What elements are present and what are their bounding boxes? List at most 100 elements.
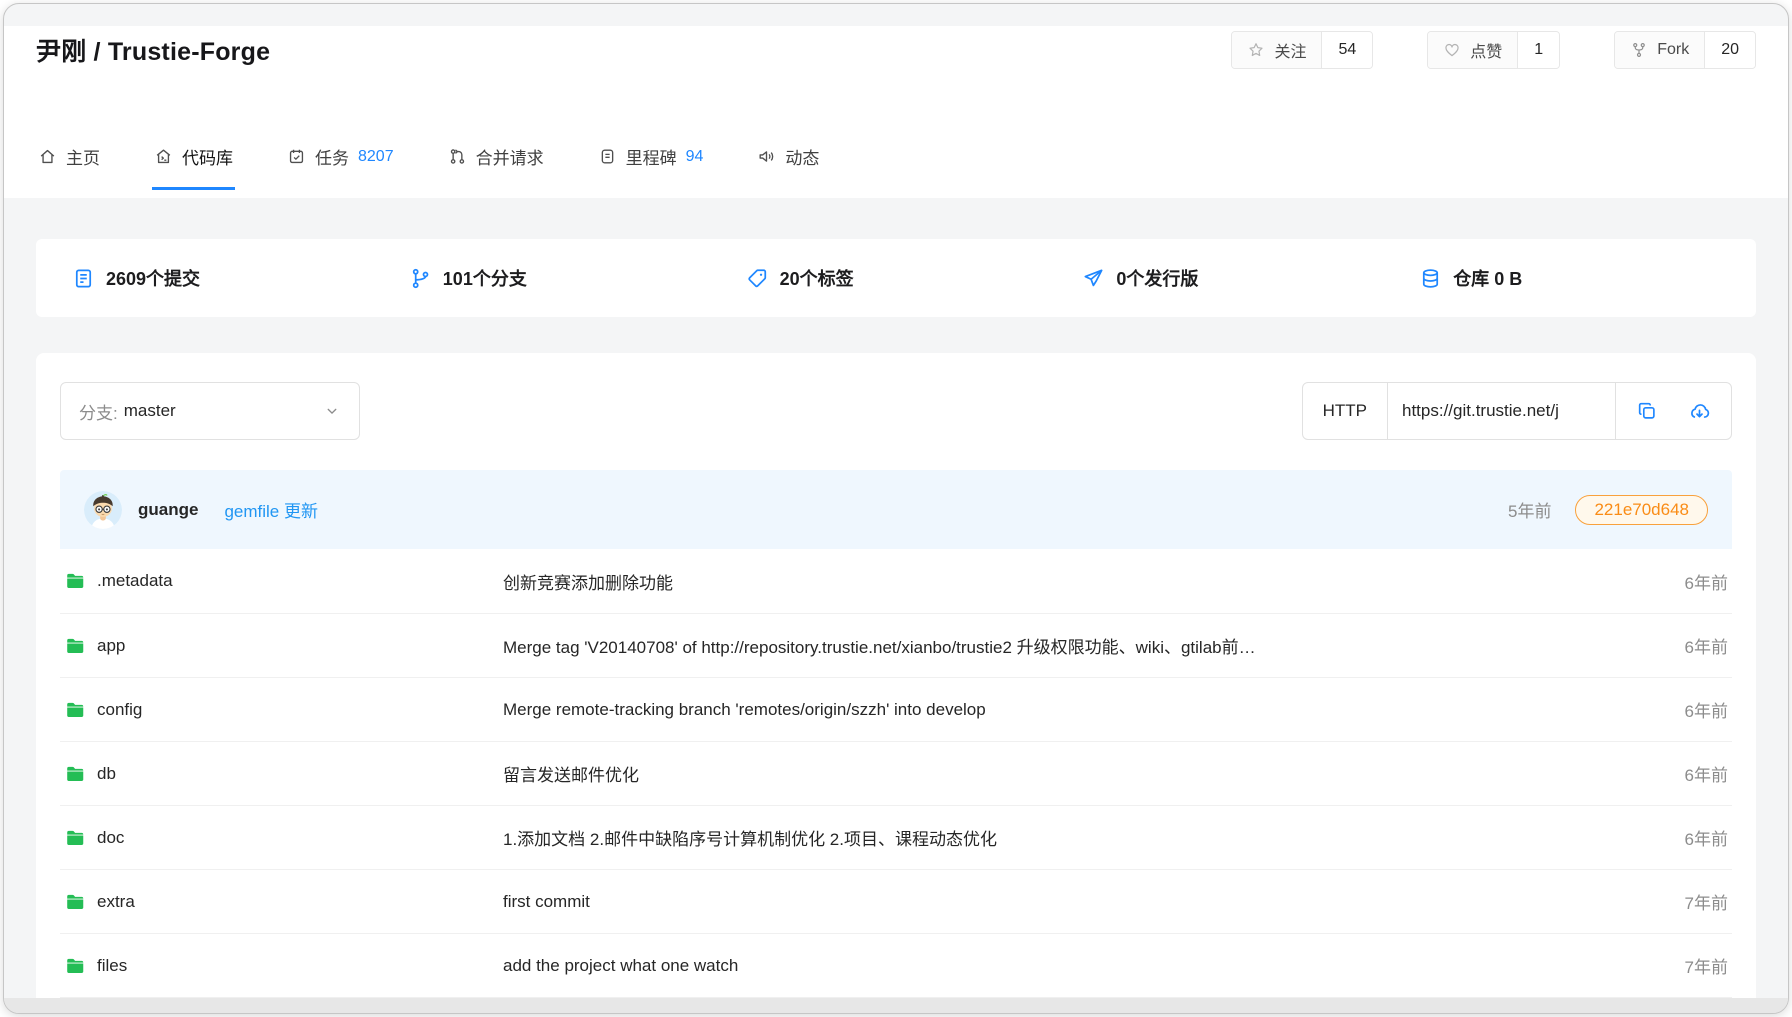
branch-selector[interactable]: 分支: master: [60, 382, 360, 440]
folder-icon: [64, 827, 86, 849]
file-name[interactable]: files: [97, 956, 127, 976]
fork-button[interactable]: Fork 20: [1614, 31, 1756, 69]
commit-message[interactable]: first commit: [503, 892, 590, 911]
folder-icon: [64, 699, 86, 721]
stat-label: 2609个提交: [106, 265, 200, 291]
tab-count: 8207: [358, 148, 394, 166]
commit-message[interactable]: 留言发送邮件优化: [503, 766, 639, 785]
table-row[interactable]: extra first commit 7年前: [60, 869, 1732, 933]
page-title: 尹刚 / Trustie-Forge: [36, 32, 270, 68]
commit-time: 6年前: [1598, 569, 1728, 594]
commit-time: 6年前: [1598, 825, 1728, 850]
commit-hash-badge[interactable]: 221e70d648: [1575, 495, 1708, 525]
stat-repo-size[interactable]: 仓库 0 B: [1419, 265, 1756, 291]
repo-browser-card: 分支: master HTTP https://git.trustie.net/…: [36, 353, 1756, 1014]
tab-label: 任务: [315, 144, 349, 169]
fork-icon: [1630, 41, 1648, 59]
commit-message[interactable]: 1.添加文档 2.邮件中缺陷序号计算机制优化 2.项目、课程动态优化: [503, 830, 997, 849]
tab-pull-requests[interactable]: 合并请求: [446, 144, 546, 190]
like-label: 点赞: [1470, 38, 1502, 62]
clone-url-group: HTTP https://git.trustie.net/j: [1302, 382, 1732, 440]
stat-label: 20个标签: [780, 265, 854, 291]
clone-url-field[interactable]: https://git.trustie.net/j: [1387, 383, 1615, 439]
tab-label: 主页: [66, 144, 100, 169]
repo-icon: [154, 147, 173, 166]
table-row[interactable]: .metadata 创新竞赛添加删除功能 6年前: [60, 549, 1732, 613]
branch-label: 分支:: [79, 399, 118, 424]
repo-tabs: 主页 代码库 任务 8207 合并请求: [36, 144, 821, 190]
folder-icon: [64, 763, 86, 785]
file-name[interactable]: config: [97, 700, 142, 720]
table-row[interactable]: files add the project what one watch 7年前: [60, 933, 1732, 997]
tab-home[interactable]: 主页: [36, 144, 102, 190]
milestone-icon: [598, 147, 617, 166]
watch-count[interactable]: 54: [1321, 32, 1372, 68]
commit-message[interactable]: Merge tag 'V20140708' of http://reposito…: [503, 638, 1256, 657]
tab-repository[interactable]: 代码库: [152, 144, 235, 190]
star-icon: [1247, 41, 1265, 59]
window-bottom-edge: [4, 998, 1788, 1013]
latest-commit-bar: guange gemfile 更新 5年前 221e70d648: [60, 470, 1732, 549]
tab-label: 代码库: [182, 144, 233, 169]
watch-label: 关注: [1274, 38, 1306, 62]
commit-message-link[interactable]: gemfile 更新: [224, 497, 318, 522]
commit-time: 6年前: [1598, 697, 1728, 722]
tab-milestones[interactable]: 里程碑 94: [596, 144, 706, 190]
repo-toolbar: 分支: master HTTP https://git.trustie.net/…: [60, 382, 1732, 440]
folder-icon: [64, 635, 86, 657]
file-name[interactable]: app: [97, 636, 125, 656]
folder-icon: [64, 955, 86, 977]
folder-icon: [64, 891, 86, 913]
commit-time: 6年前: [1598, 761, 1728, 786]
protocol-button[interactable]: HTTP: [1303, 383, 1387, 439]
repo-header: 尹刚 / Trustie-Forge 关注 54: [4, 26, 1788, 198]
tab-label: 里程碑: [626, 144, 677, 169]
folder-icon: [64, 570, 86, 592]
tab-activity[interactable]: 动态: [755, 144, 821, 190]
watch-button[interactable]: 关注 54: [1231, 31, 1373, 69]
download-icon[interactable]: [1688, 400, 1711, 423]
file-name[interactable]: db: [97, 764, 116, 784]
commit-time: 7年前: [1598, 889, 1728, 914]
commit-message[interactable]: add the project what one watch: [503, 956, 738, 975]
tab-issues[interactable]: 任务 8207: [285, 144, 396, 190]
commit-message[interactable]: 创新竞赛添加删除功能: [503, 574, 673, 593]
like-button[interactable]: 点赞 1: [1427, 31, 1560, 69]
file-name[interactable]: doc: [97, 828, 124, 848]
tab-count: 94: [686, 148, 704, 166]
commit-author[interactable]: guange: [138, 500, 198, 520]
fork-label: Fork: [1657, 41, 1689, 59]
database-icon: [1419, 267, 1442, 290]
fork-count[interactable]: 20: [1704, 32, 1755, 68]
stat-commits[interactable]: 2609个提交: [72, 265, 409, 291]
tab-label: 动态: [785, 144, 819, 169]
copy-icon[interactable]: [1636, 400, 1658, 422]
commit-time: 7年前: [1598, 953, 1728, 978]
branch-icon: [409, 267, 432, 290]
release-icon: [1082, 267, 1105, 290]
file-name[interactable]: .metadata: [97, 571, 173, 591]
commit-message[interactable]: Merge remote-tracking branch 'remotes/or…: [503, 700, 986, 719]
home-icon: [38, 147, 57, 166]
table-row[interactable]: doc 1.添加文档 2.邮件中缺陷序号计算机制优化 2.项目、课程动态优化 6…: [60, 805, 1732, 869]
commit-time: 5年前: [1508, 497, 1551, 522]
tab-label: 合并请求: [476, 144, 544, 169]
stat-releases[interactable]: 0个发行版: [1082, 265, 1419, 291]
stat-label: 0个发行版: [1116, 265, 1198, 291]
commits-icon: [72, 267, 95, 290]
tag-icon: [746, 267, 769, 290]
merge-icon: [448, 147, 467, 166]
stat-branches[interactable]: 101个分支: [409, 265, 746, 291]
activity-icon: [757, 147, 776, 166]
table-row[interactable]: db 留言发送邮件优化 6年前: [60, 741, 1732, 805]
file-name[interactable]: extra: [97, 892, 135, 912]
repo-actions: 关注 54 点赞 1: [1231, 31, 1756, 69]
chevron-down-icon: [323, 402, 341, 420]
table-row[interactable]: app Merge tag 'V20140708' of http://repo…: [60, 613, 1732, 677]
table-row[interactable]: config Merge remote-tracking branch 'rem…: [60, 677, 1732, 741]
stat-label: 101个分支: [443, 265, 527, 291]
task-icon: [287, 147, 306, 166]
stat-tags[interactable]: 20个标签: [746, 265, 1083, 291]
avatar[interactable]: [84, 491, 122, 529]
like-count[interactable]: 1: [1517, 32, 1559, 68]
